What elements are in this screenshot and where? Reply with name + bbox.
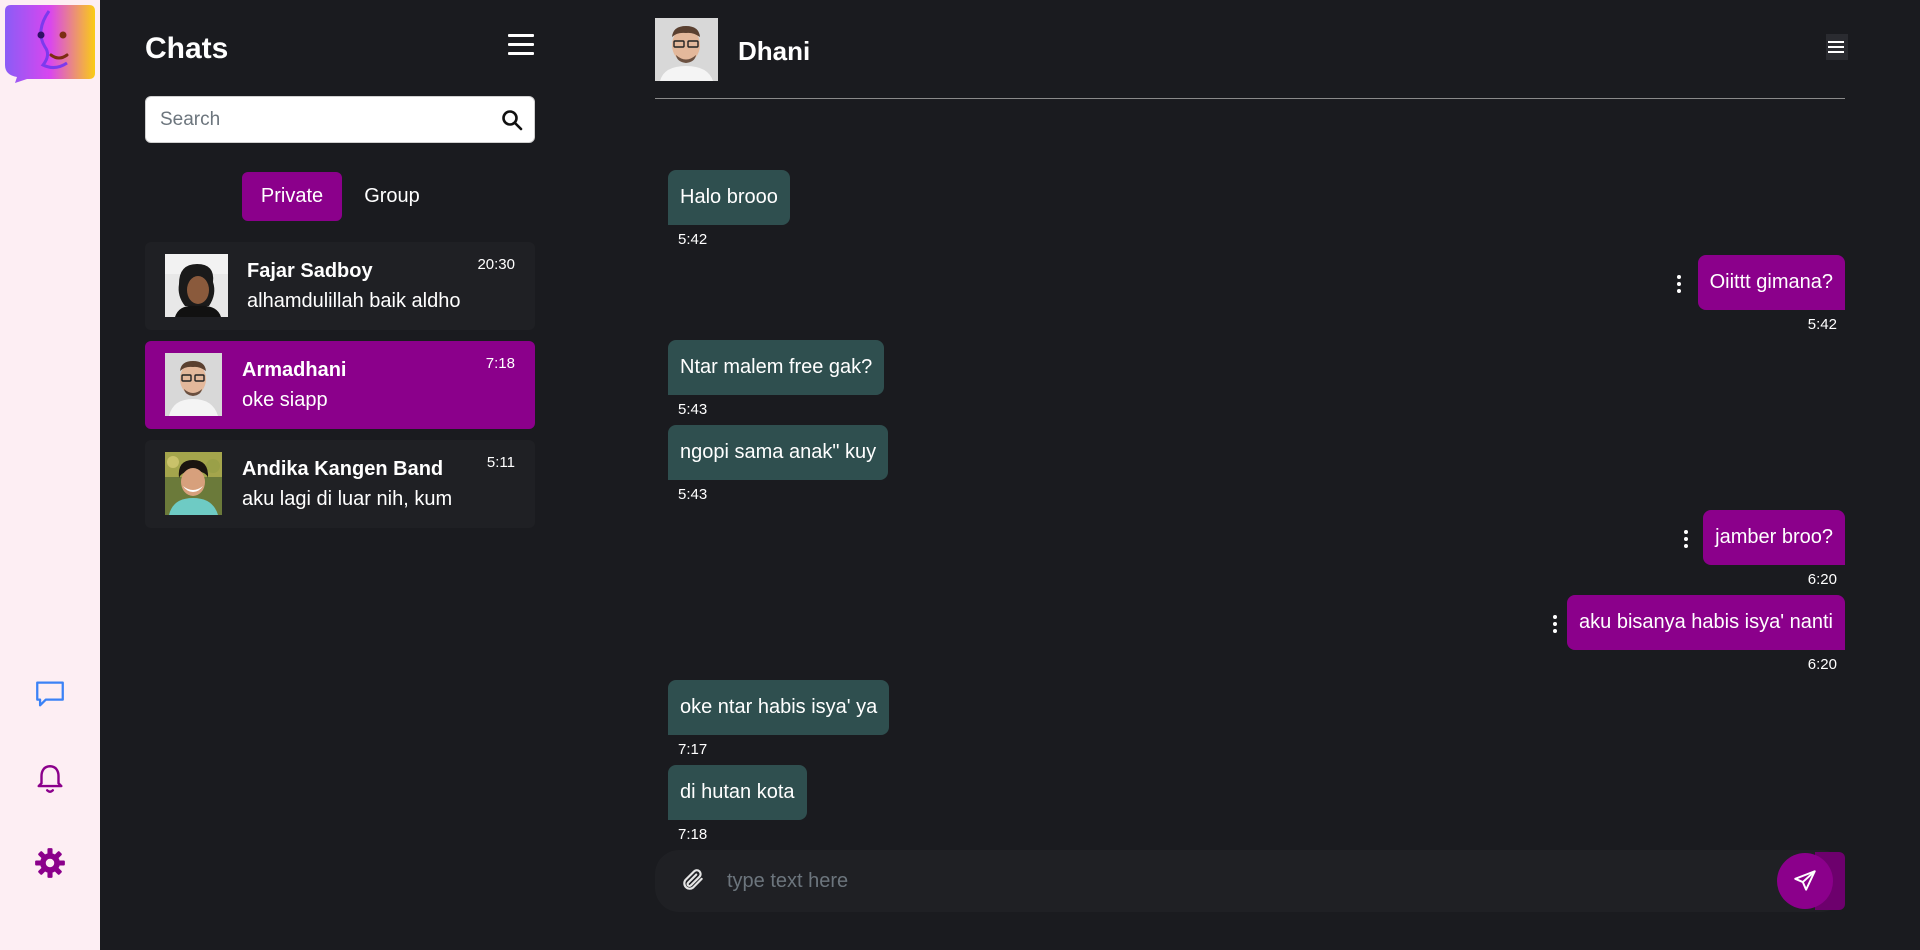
outgoing-message: Oiittt gimana?	[1697, 255, 1845, 310]
outgoing-message: jamber broo?	[1703, 510, 1845, 565]
notifications-nav-button[interactable]	[28, 757, 72, 801]
message-time: 6:20	[1807, 571, 1837, 588]
conversation-panel: Dhani Halo brooo 5:42 Oiittt gimana? 5:4…	[580, 0, 1920, 950]
chat-list-item-active[interactable]: Armadhani oke siapp 7:18	[145, 341, 535, 429]
avatar	[165, 254, 228, 317]
outgoing-message: aku bisanya habis isya' nanti	[1567, 595, 1845, 650]
header-divider	[655, 98, 1845, 99]
chat-list-item[interactable]: Andika Kangen Band aku lagi di luar nih,…	[145, 440, 535, 528]
contact-avatar[interactable]	[655, 18, 718, 81]
chats-panel: Chats Private Group Fajar Sadboy alhamdu…	[100, 0, 580, 950]
message-time: 7:18	[678, 826, 708, 843]
incoming-message: Halo brooo	[668, 170, 790, 225]
incoming-message: di hutan kota	[668, 765, 807, 820]
chat-bubble-icon	[36, 681, 64, 707]
chats-title: Chats	[145, 32, 229, 65]
bell-icon	[37, 765, 63, 793]
chat-list-item[interactable]: Fajar Sadboy alhamdulillah baik aldho 20…	[145, 242, 535, 330]
chats-nav-button[interactable]	[28, 672, 72, 716]
chat-time: 7:18	[485, 355, 515, 372]
tab-group[interactable]: Group	[352, 172, 432, 221]
message-input[interactable]	[727, 860, 1727, 902]
search-icon[interactable]	[500, 108, 524, 132]
message-options-icon[interactable]	[1673, 273, 1685, 295]
chat-name: Armadhani	[242, 359, 347, 381]
hamburger-line	[1828, 46, 1844, 48]
message-options-icon[interactable]	[1680, 528, 1692, 550]
chat-last-message: alhamdulillah baik aldho	[247, 290, 461, 312]
chat-last-message: oke siapp	[242, 389, 328, 411]
message-time: 5:42	[1807, 316, 1837, 333]
hamburger-line	[1828, 51, 1844, 53]
message-time: 5:43	[678, 486, 708, 503]
avatar	[165, 353, 228, 416]
conversation-menu-button[interactable]	[1826, 34, 1848, 60]
chat-time: 20:30	[477, 256, 515, 273]
hamburger-line	[508, 43, 534, 46]
hamburger-icon	[508, 34, 534, 37]
message-time: 7:17	[678, 741, 708, 758]
chat-time: 5:11	[486, 454, 515, 471]
incoming-message: oke ntar habis isya' ya	[668, 680, 890, 735]
message-time: 5:42	[678, 231, 708, 248]
chat-name: Fajar Sadboy	[247, 260, 373, 282]
hamburger-icon	[1828, 41, 1844, 43]
search-input[interactable]	[160, 97, 490, 142]
hamburger-line	[508, 52, 534, 55]
chat-last-message: aku lagi di luar nih, kum	[242, 488, 453, 510]
gear-icon	[35, 848, 65, 878]
chats-menu-button[interactable]	[508, 34, 534, 58]
avatar	[165, 452, 228, 515]
message-time: 5:43	[678, 401, 708, 418]
chat-name: Andika Kangen Band	[242, 458, 444, 480]
send-icon	[1794, 870, 1816, 891]
send-button[interactable]	[1777, 853, 1833, 909]
message-time: 6:20	[1807, 656, 1837, 673]
paperclip-icon[interactable]	[680, 867, 706, 893]
app-logo	[5, 5, 95, 83]
settings-nav-button[interactable]	[28, 841, 72, 885]
message-options-icon[interactable]	[1549, 613, 1561, 635]
search-box	[145, 96, 535, 143]
contact-name: Dhani	[738, 36, 811, 66]
incoming-message: Ntar malem free gak?	[668, 340, 885, 395]
tab-private[interactable]: Private	[242, 172, 342, 221]
app-sidebar	[0, 0, 100, 950]
incoming-message: ngopi sama anak" kuy	[668, 425, 889, 480]
message-composer	[655, 850, 1845, 912]
